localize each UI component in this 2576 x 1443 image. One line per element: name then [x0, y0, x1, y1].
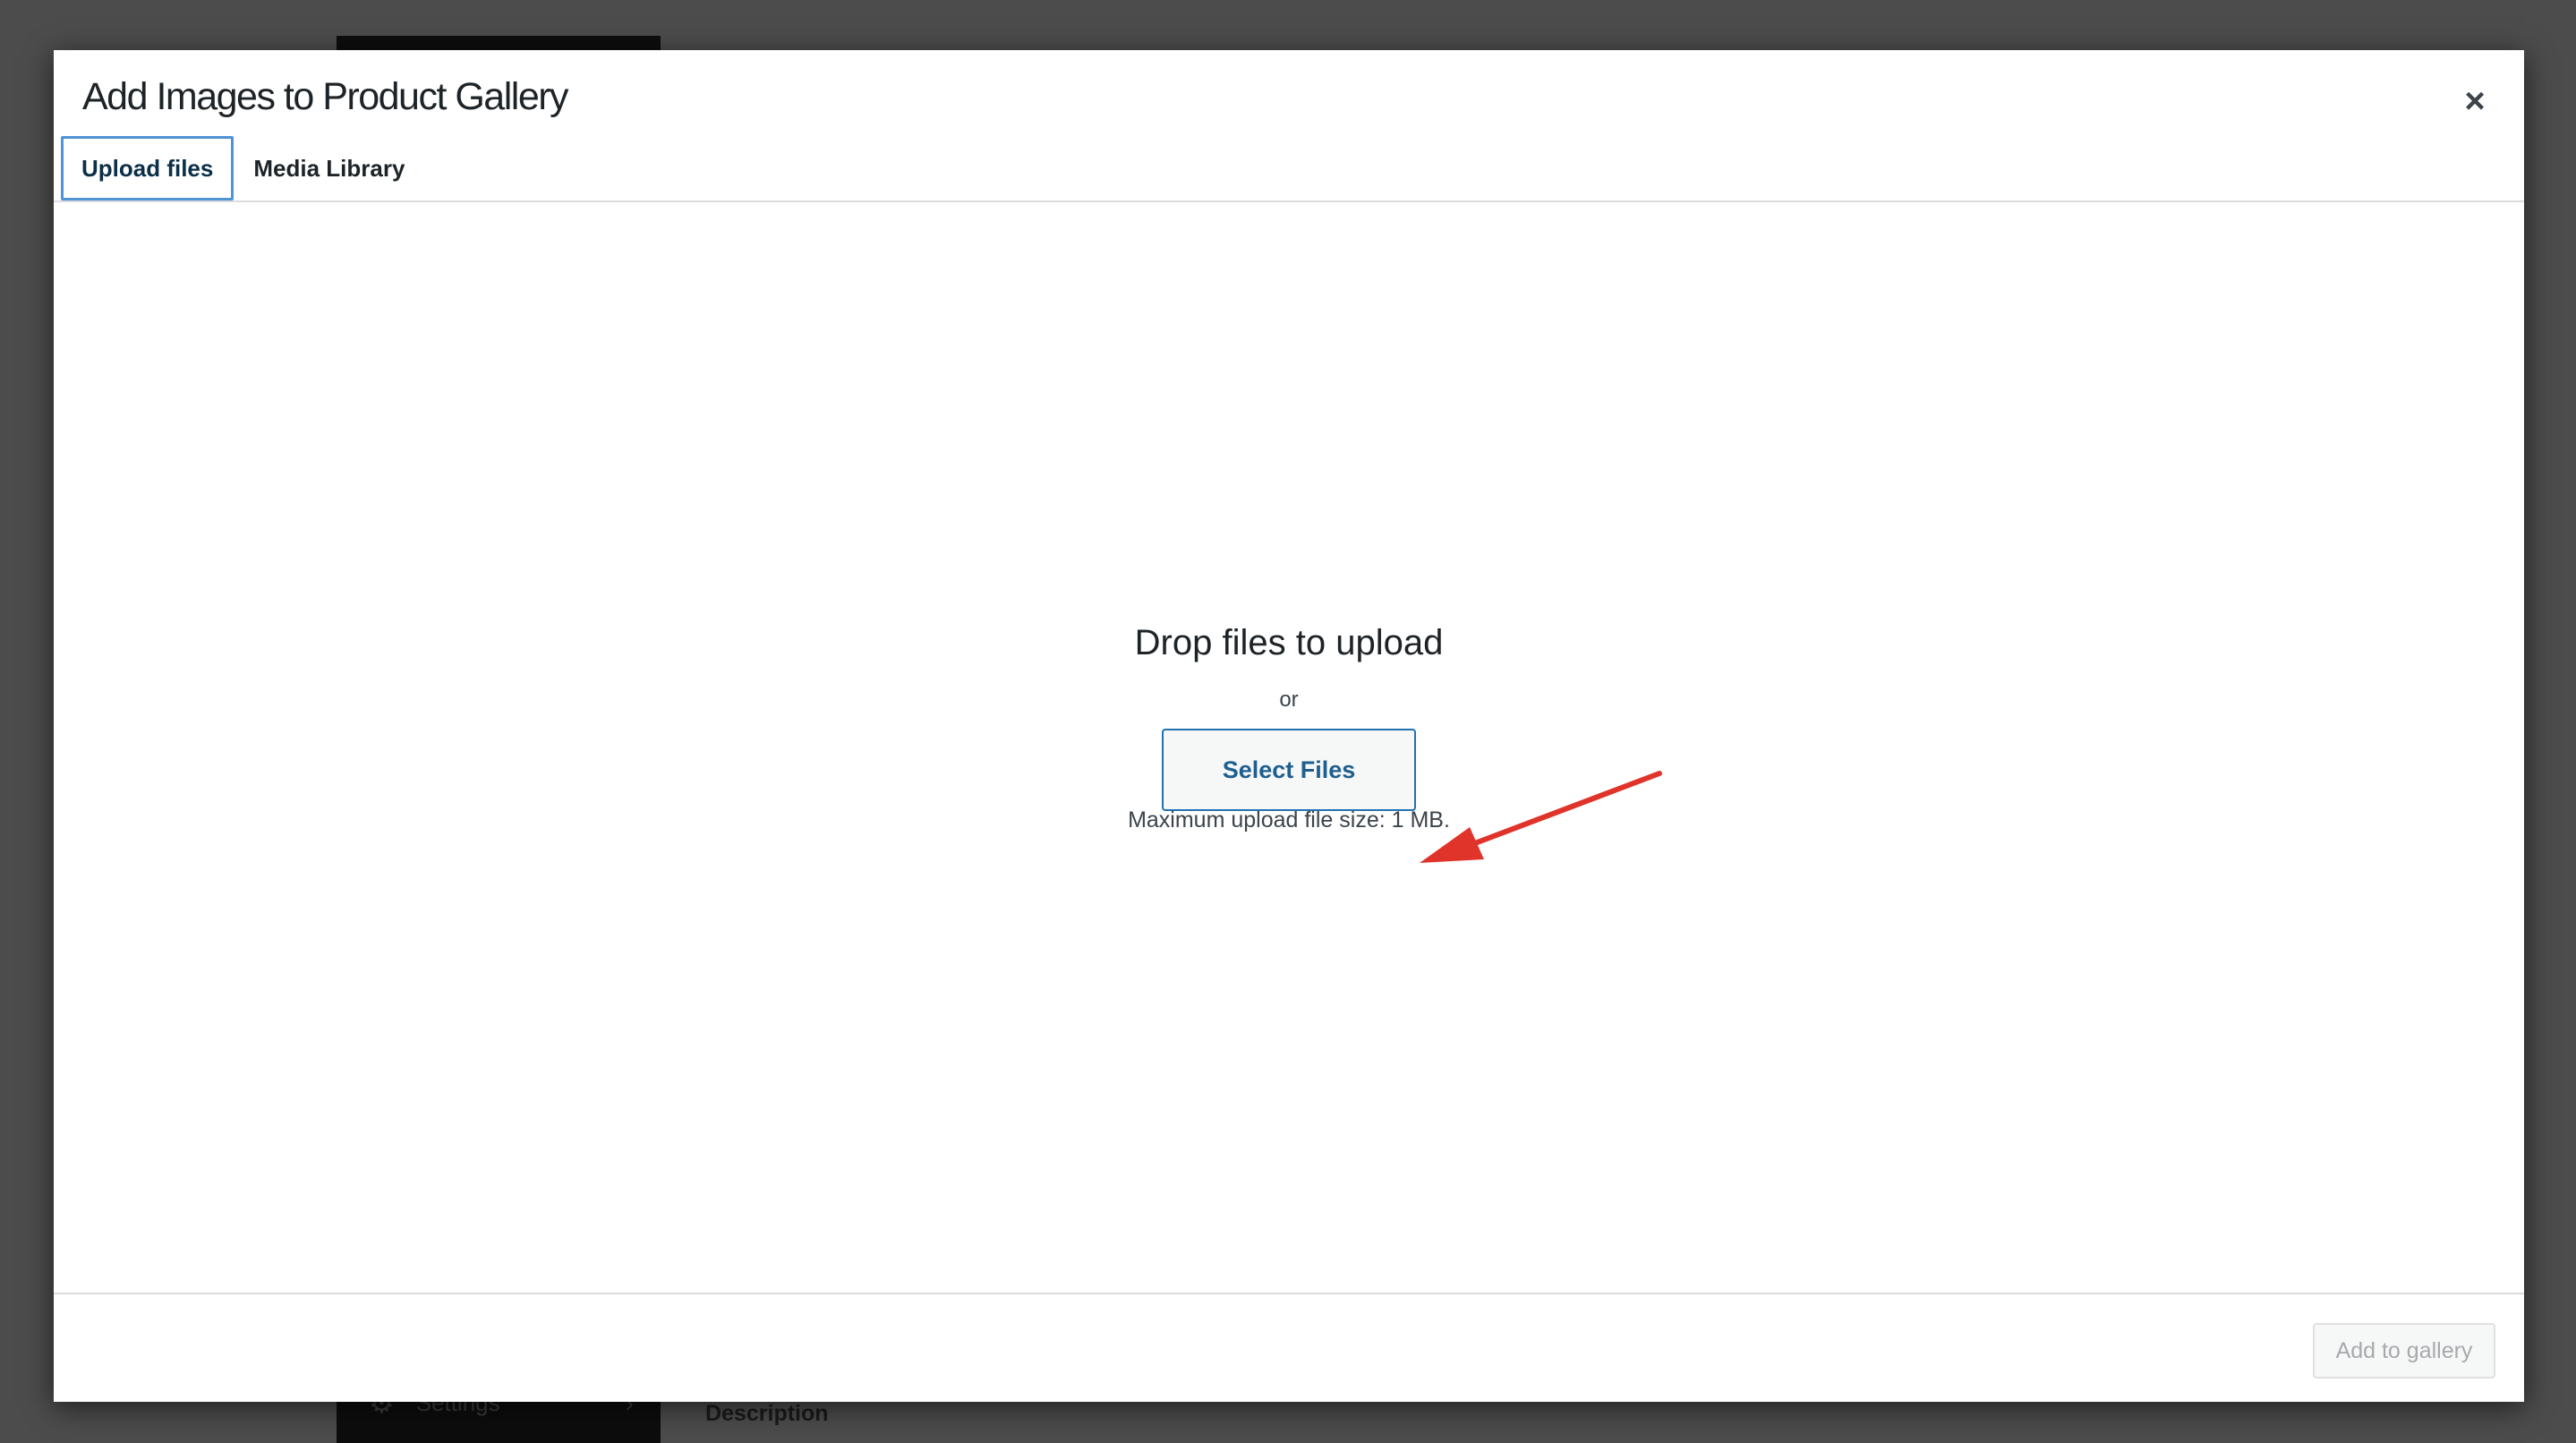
- media-modal: Add Images to Product Gallery × Upload f…: [54, 50, 2524, 1402]
- tab-media-library[interactable]: Media Library: [234, 136, 424, 201]
- tab-upload-files[interactable]: Upload files: [61, 136, 235, 201]
- or-text: or: [1279, 687, 1299, 712]
- drop-files-heading: Drop files to upload: [1134, 623, 1444, 662]
- modal-tabs: Upload files Media Library: [61, 136, 424, 201]
- description-label: Description: [705, 1401, 829, 1426]
- add-to-gallery-button[interactable]: Add to gallery: [2313, 1323, 2495, 1379]
- modal-title: Add Images to Product Gallery: [82, 75, 569, 118]
- footer-divider: [54, 1293, 2524, 1294]
- annotation-arrow-icon: [1420, 771, 1662, 863]
- close-icon[interactable]: ×: [2452, 79, 2497, 124]
- max-upload-size-text: Maximum upload file size: 1 MB.: [1128, 807, 1450, 832]
- select-files-button[interactable]: Select Files: [1162, 729, 1416, 811]
- upload-drop-zone[interactable]: Drop files to upload or Select Files Max…: [54, 202, 2524, 1293]
